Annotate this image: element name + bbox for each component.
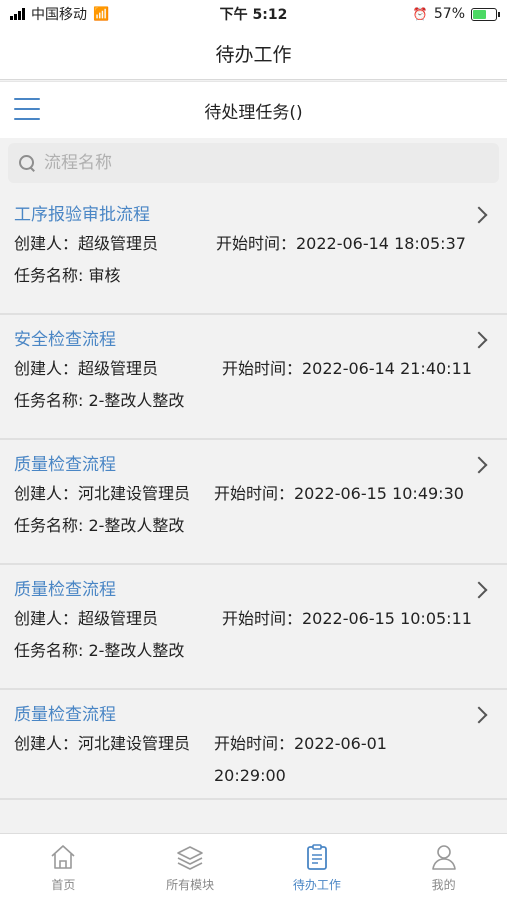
menu-icon[interactable] <box>14 98 40 120</box>
search-box[interactable] <box>8 142 499 183</box>
task-title[interactable]: 质量检查流程 <box>14 452 493 478</box>
task-name: 任务名称: 2-整改人整改 <box>14 641 185 660</box>
task-title[interactable]: 质量检查流程 <box>14 577 493 603</box>
status-left: 中国移动 📶 <box>10 4 200 24</box>
task-name: 任务名称: 2-整改人整改 <box>14 391 185 410</box>
wifi-icon: 📶 <box>93 6 110 22</box>
layers-icon <box>177 846 203 870</box>
tab-label: 待办工作 <box>292 878 341 892</box>
tab-home[interactable]: 首页 <box>0 834 127 900</box>
task-name: 任务名称: 审核 <box>14 266 121 285</box>
carrier-label: 中国移动 <box>31 7 87 23</box>
task-meta-row: 创建人：超级管理员 开始时间：2022-06-15 10:05:11 <box>14 603 493 635</box>
page-title: 待办工作 <box>215 44 292 66</box>
task-creator: 创建人：河北建设管理员 <box>14 484 191 503</box>
task-card[interactable]: 质量检查流程 创建人：河北建设管理员 开始时间：2022-06-01 20:29… <box>0 690 507 800</box>
tab-label: 我的 <box>431 878 456 892</box>
task-meta-row: 创建人：河北建设管理员 开始时间：2022-06-01 20:29:00 <box>14 728 493 792</box>
sub-title: 待处理任务() <box>204 102 303 123</box>
task-start-time: 开始时间：2022-06-15 10:49:30 <box>214 484 464 503</box>
task-start-time: 开始时间：2022-06-14 18:05:37 <box>216 234 466 253</box>
task-card[interactable]: 安全检查流程 创建人：超级管理员 开始时间：2022-06-14 21:40:1… <box>0 315 507 440</box>
tab-label: 首页 <box>51 878 76 892</box>
task-meta-row: 创建人：超级管理员 开始时间：2022-06-14 21:40:11 <box>14 353 493 385</box>
tab-all-modules[interactable]: 所有模块 <box>127 834 254 900</box>
title-bar: 待办工作 <box>0 28 507 80</box>
search-bar <box>0 140 507 185</box>
status-time: 下午 5:12 <box>219 7 288 23</box>
signal-icon <box>10 8 25 20</box>
task-title[interactable]: 质量检查流程 <box>14 702 493 728</box>
clipboard-icon <box>306 844 327 870</box>
task-start-time: 开始时间：2022-06-14 21:40:11 <box>222 359 472 378</box>
battery-fill <box>473 9 486 19</box>
battery-icon <box>471 7 500 21</box>
task-card[interactable]: 工序报验审批流程 创建人：超级管理员 开始时间：2022-06-14 18:05… <box>0 190 507 315</box>
tab-bar: 首页 所有模块 待办工作 我的 <box>0 833 507 900</box>
task-meta-row: 创建人：超级管理员 开始时间：2022-06-14 18:05:37 <box>14 228 493 260</box>
sub-header: 待处理任务() <box>0 81 507 138</box>
task-meta-row: 创建人：河北建设管理员 开始时间：2022-06-15 10:49:30 <box>14 478 493 510</box>
task-card[interactable]: 质量检查流程 创建人：河北建设管理员 开始时间：2022-06-15 10:49… <box>0 440 507 565</box>
task-title[interactable]: 安全检查流程 <box>14 327 493 353</box>
task-creator: 创建人：超级管理员 <box>14 609 159 628</box>
task-name: 任务名称: 2-整改人整改 <box>14 516 185 535</box>
search-icon <box>18 154 36 172</box>
tab-todo[interactable]: 待办工作 <box>254 834 381 900</box>
task-card[interactable]: 质量检查流程 创建人：超级管理员 开始时间：2022-06-15 10:05:1… <box>0 565 507 690</box>
task-title[interactable]: 工序报验审批流程 <box>14 202 493 228</box>
battery-percent: 57% <box>433 6 465 22</box>
tab-mine[interactable]: 我的 <box>380 834 507 900</box>
task-creator: 创建人：河北建设管理员 <box>14 734 191 753</box>
task-creator: 创建人：超级管理员 <box>14 359 159 378</box>
status-right: ⏰ 57% <box>307 6 500 22</box>
task-start-time: 开始时间：2022-06-15 10:05:11 <box>222 609 472 628</box>
task-list: 工序报验审批流程 创建人：超级管理员 开始时间：2022-06-14 18:05… <box>0 190 507 800</box>
user-icon <box>431 845 456 870</box>
alarm-icon: ⏰ <box>412 7 428 21</box>
task-creator: 创建人：超级管理员 <box>14 234 159 253</box>
search-input[interactable] <box>44 152 489 173</box>
home-icon <box>51 845 75 869</box>
status-bar: 中国移动 📶 下午 5:12 ⏰ 57% <box>0 0 507 28</box>
tab-label: 所有模块 <box>166 878 215 892</box>
task-start-time: 开始时间：2022-06-01 20:29:00 <box>214 734 387 785</box>
